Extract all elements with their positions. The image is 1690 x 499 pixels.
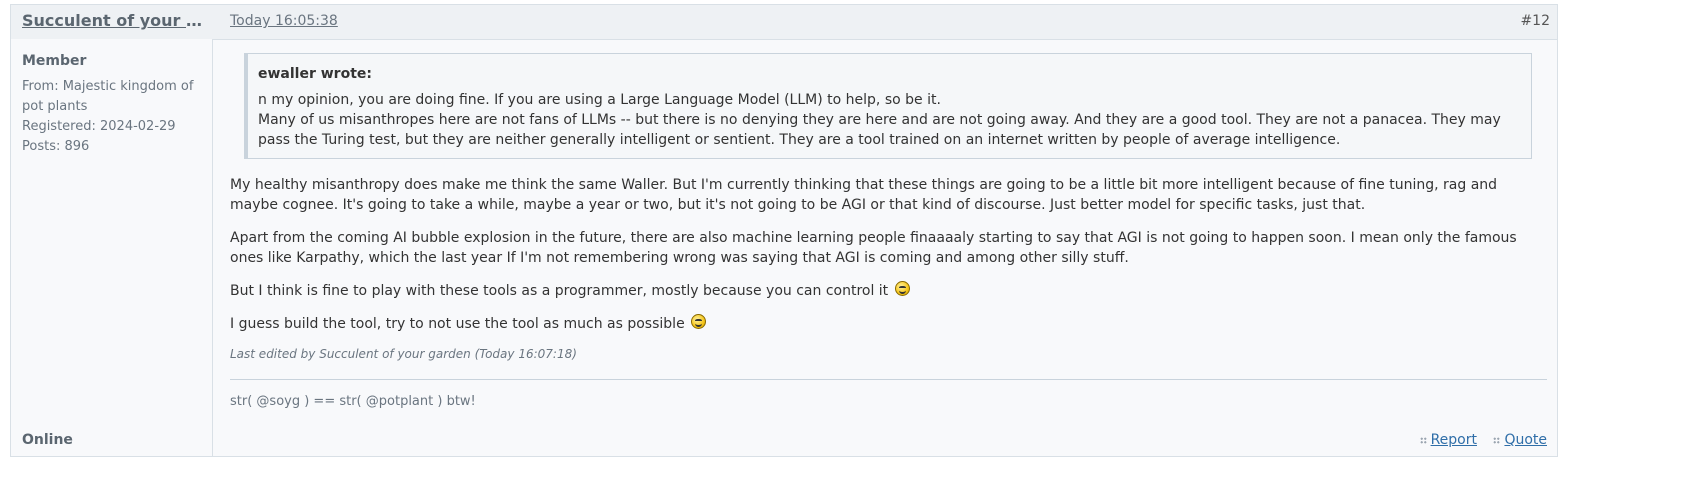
post-actions: Report Quote bbox=[1408, 432, 1547, 448]
post-paragraph: Apart from the coming AI bubble explosio… bbox=[230, 230, 1517, 266]
last-edited-note: Last edited by Succulent of your garden … bbox=[230, 347, 577, 361]
signature: str( @soyg ) == str( @potplant ) btw! bbox=[230, 394, 476, 409]
tongue-smiley-icon bbox=[691, 314, 707, 329]
signature-divider bbox=[230, 379, 1547, 380]
report-link[interactable]: Report bbox=[1419, 432, 1477, 448]
author-posts: Posts: 896 bbox=[22, 139, 90, 154]
quote-block: ewaller wrote: n my opinion, you are doi… bbox=[244, 53, 1532, 159]
tongue-smiley-icon bbox=[894, 281, 910, 296]
forum-post: Succulent of your garden Today 16:05:38 … bbox=[10, 4, 1558, 457]
post-paragraph: I guess build the tool, try to not use t… bbox=[230, 314, 1542, 334]
grip-icon bbox=[1493, 436, 1501, 444]
author-registered: Registered: 2024-02-29 bbox=[22, 119, 176, 134]
post-header: Succulent of your garden Today 16:05:38 … bbox=[11, 5, 1557, 40]
online-status: Online bbox=[22, 432, 73, 448]
author-rank: Member bbox=[22, 53, 87, 69]
post-time-link[interactable]: Today 16:05:38 bbox=[230, 13, 338, 29]
quote-line: n my opinion, you are doing fine. If you… bbox=[258, 92, 941, 108]
paragraph-text: But I think is fine to play with these t… bbox=[230, 283, 889, 299]
author-from: From: Majestic kingdom of pot plants bbox=[22, 79, 194, 114]
author-panel: Member From: Majestic kingdom of pot pla… bbox=[11, 39, 213, 456]
author-name-link[interactable]: Succulent of your garden bbox=[22, 11, 212, 30]
quote-line: Many of us misanthropes here are not fan… bbox=[258, 112, 1501, 148]
post-body: My healthy misanthropy does make me thin… bbox=[230, 175, 1542, 347]
quote-link[interactable]: Quote bbox=[1493, 432, 1547, 448]
paragraph-text: I guess build the tool, try to not use t… bbox=[230, 316, 685, 332]
post-paragraph: But I think is fine to play with these t… bbox=[230, 281, 1542, 301]
grip-icon bbox=[1419, 436, 1427, 444]
report-label: Report bbox=[1430, 432, 1477, 448]
author-details: From: Majestic kingdom of pot plants Reg… bbox=[22, 77, 208, 157]
quote-label: Quote bbox=[1504, 432, 1547, 448]
post-number: #12 bbox=[1520, 13, 1550, 29]
post-content: ewaller wrote: n my opinion, you are doi… bbox=[213, 39, 1557, 456]
quote-author: ewaller wrote: bbox=[258, 66, 372, 82]
post-paragraph: My healthy misanthropy does make me thin… bbox=[230, 177, 1498, 213]
